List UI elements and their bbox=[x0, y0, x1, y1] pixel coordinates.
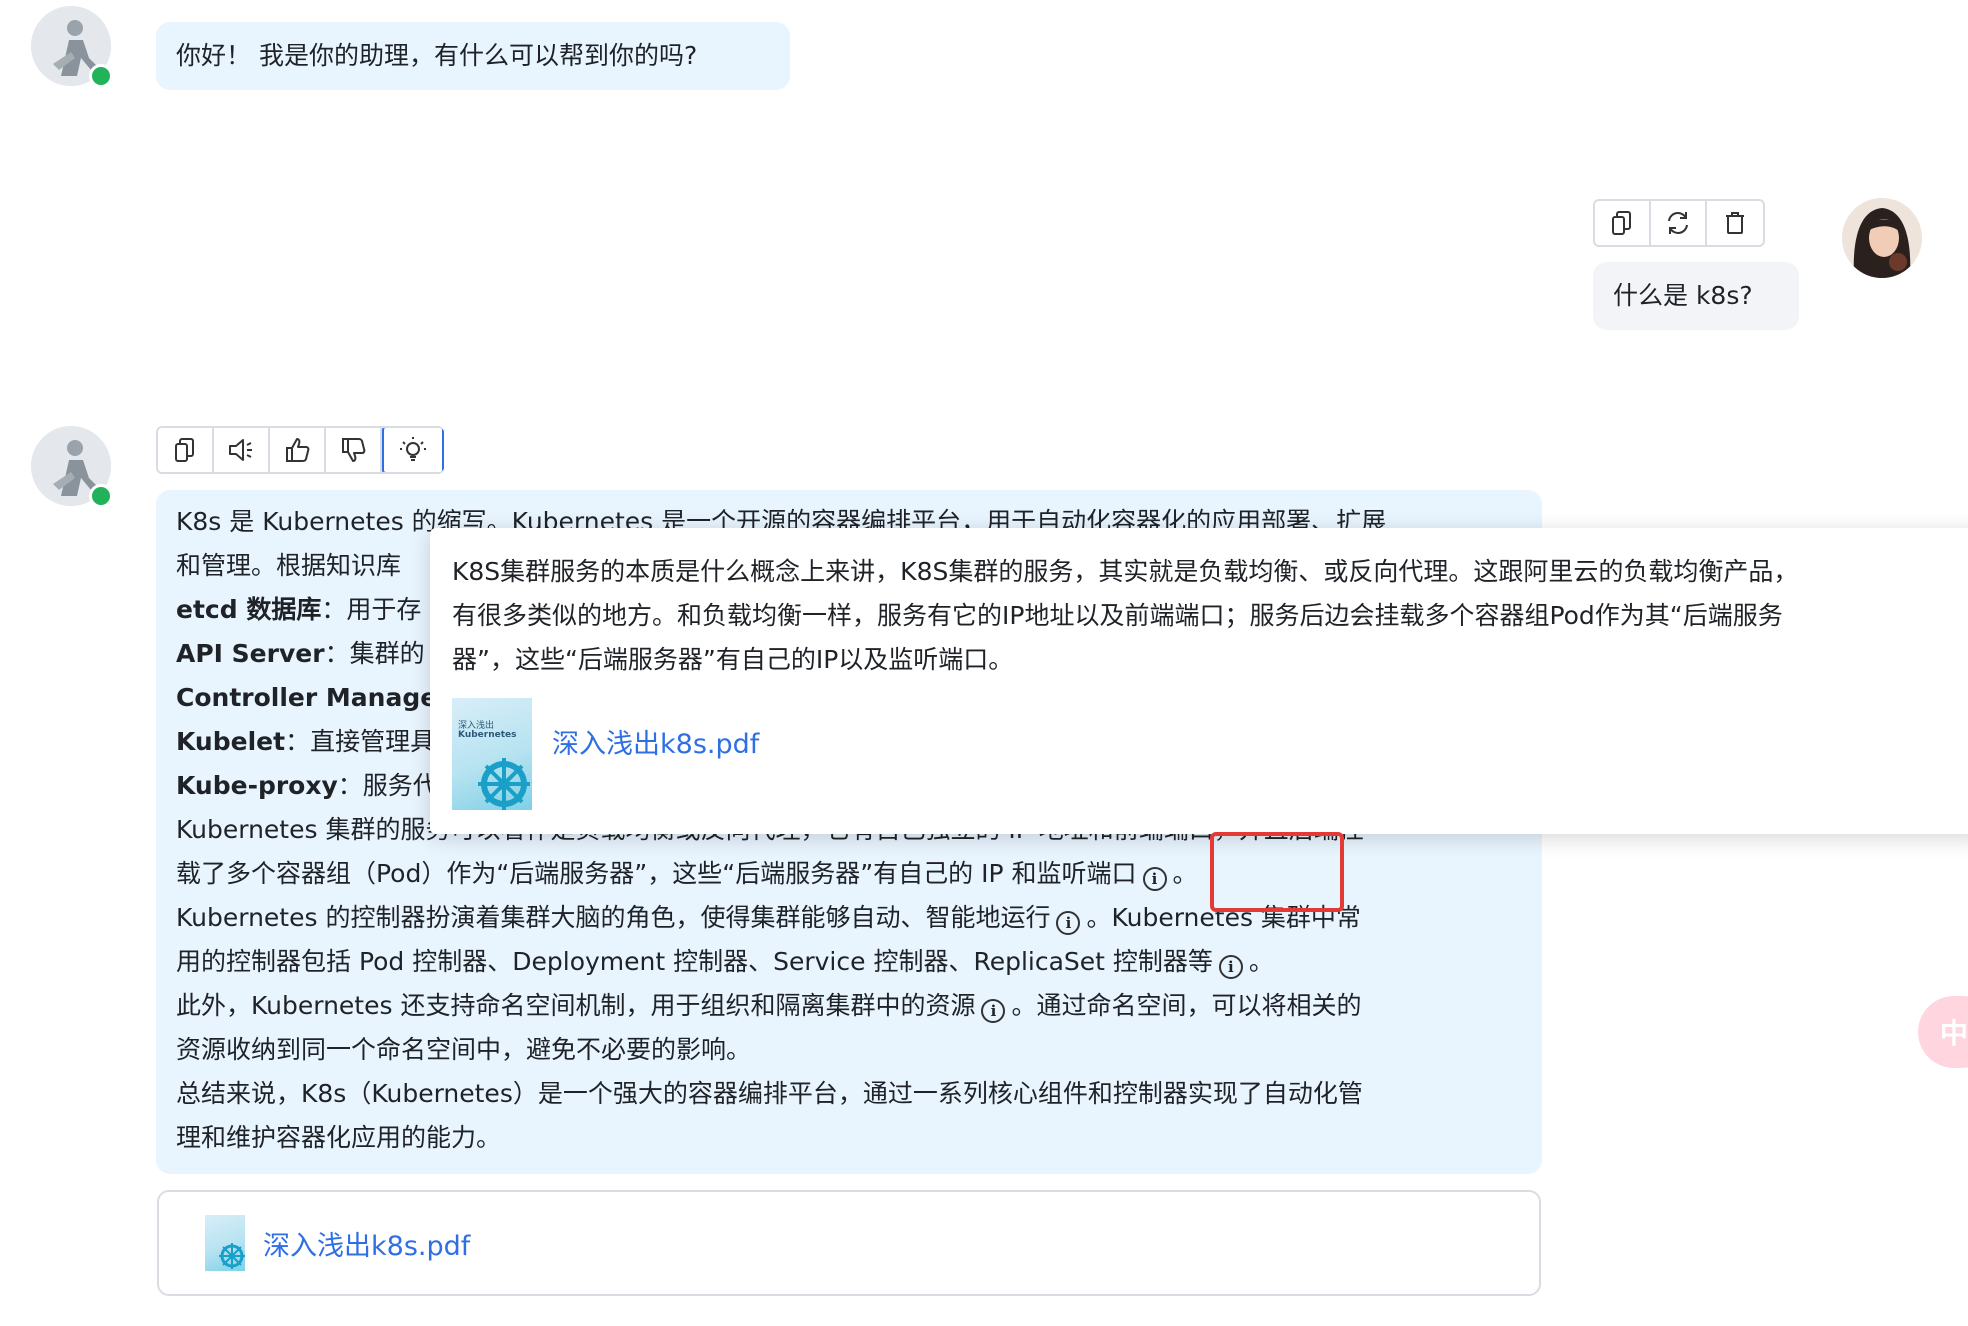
cover-subtitle: Kubernetes bbox=[458, 730, 517, 740]
sources-button[interactable] bbox=[382, 428, 444, 472]
component-desc: ：用于存 bbox=[321, 595, 422, 624]
translate-float-button[interactable]: 中A bbox=[1918, 996, 1968, 1068]
answer-text: 此外，Kubernetes 还支持命名空间机制，用于组织和隔离集群中的资源 bbox=[176, 991, 976, 1020]
answer-line: 用的控制器包括 Pod 控制器、Deployment 控制器、Service 控… bbox=[176, 940, 1522, 984]
answer-text: 。 bbox=[1248, 947, 1274, 976]
component-desc: ：直接管理具 bbox=[285, 727, 436, 756]
component-desc: ：集群的 bbox=[324, 639, 425, 668]
lightbulb-icon bbox=[400, 437, 426, 461]
info-icon[interactable]: i bbox=[981, 999, 1006, 1023]
citation-line: 器”，这些“后端服务器”有自己的IP以及监听端口。 bbox=[452, 645, 1014, 674]
answer-text: 。通过命名空间，可以将相关的 bbox=[1011, 991, 1362, 1020]
dislike-button[interactable] bbox=[326, 428, 382, 472]
trash-icon bbox=[1726, 212, 1744, 234]
reference-card[interactable]: 深入浅出k8s.pdf bbox=[157, 1190, 1541, 1296]
answer-text: 载了多个容器组（Pod）作为“后端服务器”，这些“后端服务器”有自己的 IP 和… bbox=[176, 859, 1137, 888]
copy-button[interactable] bbox=[1595, 201, 1651, 245]
pdf-thumbnail bbox=[205, 1215, 245, 1271]
pdf-link[interactable]: 深入浅出k8s.pdf bbox=[552, 722, 759, 761]
thumbs-down-icon bbox=[342, 438, 366, 462]
component-name: Controller Manage bbox=[176, 683, 438, 712]
info-icon[interactable]: i bbox=[1056, 911, 1081, 935]
online-status-dot bbox=[89, 64, 113, 88]
pdf-link[interactable]: 深入浅出k8s.pdf bbox=[263, 1224, 470, 1263]
answer-text: 。 bbox=[1172, 859, 1198, 888]
like-button[interactable] bbox=[270, 428, 326, 472]
component-name: API Server bbox=[176, 639, 325, 668]
online-status-dot bbox=[89, 484, 113, 508]
user-message-bubble: 什么是 k8s? bbox=[1593, 262, 1799, 330]
translate-label: 中A bbox=[1940, 1017, 1968, 1050]
helm-wheel-icon bbox=[478, 758, 530, 810]
delete-button[interactable] bbox=[1707, 201, 1763, 245]
copy-icon bbox=[175, 438, 194, 462]
answer-line: 此外，Kubernetes 还支持命名空间机制，用于组织和隔离集群中的资源 i 。通… bbox=[176, 984, 1522, 1028]
citation-text: K8S集群服务的本质是什么概念上来讲，K8S集群的服务，其实就是负载均衡、或反向… bbox=[452, 550, 1968, 682]
answer-toolbar bbox=[156, 426, 444, 474]
citation-line: 有很多类似的地方。和负载均衡一样，服务有它的IP地址以及前端端口；服务后边会挂载… bbox=[452, 601, 1783, 630]
helm-wheel-icon bbox=[219, 1243, 245, 1269]
greeting-text: 你好！ 我是你的助理，有什么可以帮到你的吗? bbox=[176, 41, 698, 70]
read-aloud-button[interactable] bbox=[214, 428, 270, 472]
copy-icon bbox=[1612, 211, 1631, 235]
component-name: etcd 数据库 bbox=[176, 595, 322, 624]
refresh-icon bbox=[1668, 212, 1688, 234]
thumbs-up-icon bbox=[286, 438, 310, 462]
answer-line: 资源收纳到同一个命名空间中，避免不必要的影响。 bbox=[176, 1035, 752, 1064]
user-message-text: 什么是 k8s? bbox=[1613, 281, 1753, 310]
component-name: Kubelet bbox=[176, 727, 286, 756]
user-avatar bbox=[1842, 198, 1922, 278]
citation-reference[interactable]: 深入浅出 Kubernetes 深入浅出k8s.pdf bbox=[452, 698, 1968, 810]
answer-line: 总结来说，K8s（Kubernetes）是一个强大的容器编排平台，通过一系列核心… bbox=[176, 1079, 1363, 1108]
info-icon[interactable]: i bbox=[1218, 955, 1243, 979]
speaker-icon bbox=[229, 439, 252, 461]
highlight-box bbox=[1210, 832, 1344, 912]
user-message-toolbar bbox=[1593, 199, 1765, 247]
answer-text: Kubernetes 的控制器扮演着集群大脑的角色，使得集群能够自动、智能地运行 bbox=[176, 903, 1051, 932]
component-desc: ：服务代 bbox=[337, 771, 438, 800]
answer-text: 用的控制器包括 Pod 控制器、Deployment 控制器、Service 控… bbox=[176, 947, 1213, 976]
component-name: Kube-proxy bbox=[176, 771, 338, 800]
copy-button[interactable] bbox=[158, 428, 214, 472]
info-icon[interactable]: i bbox=[1142, 867, 1167, 891]
pdf-thumbnail: 深入浅出 Kubernetes bbox=[452, 698, 532, 810]
citation-line: K8S集群服务的本质是什么概念上来讲，K8S集群的服务，其实就是负载均衡、或反向… bbox=[452, 557, 1799, 586]
greeting-bubble: 你好！ 我是你的助理，有什么可以帮到你的吗? bbox=[156, 22, 790, 90]
citation-popover: K8S集群服务的本质是什么概念上来讲，K8S集群的服务，其实就是负载均衡、或反向… bbox=[430, 528, 1968, 834]
answer-line: 理和维护容器化应用的能力。 bbox=[176, 1123, 502, 1152]
regenerate-button[interactable] bbox=[1651, 201, 1707, 245]
